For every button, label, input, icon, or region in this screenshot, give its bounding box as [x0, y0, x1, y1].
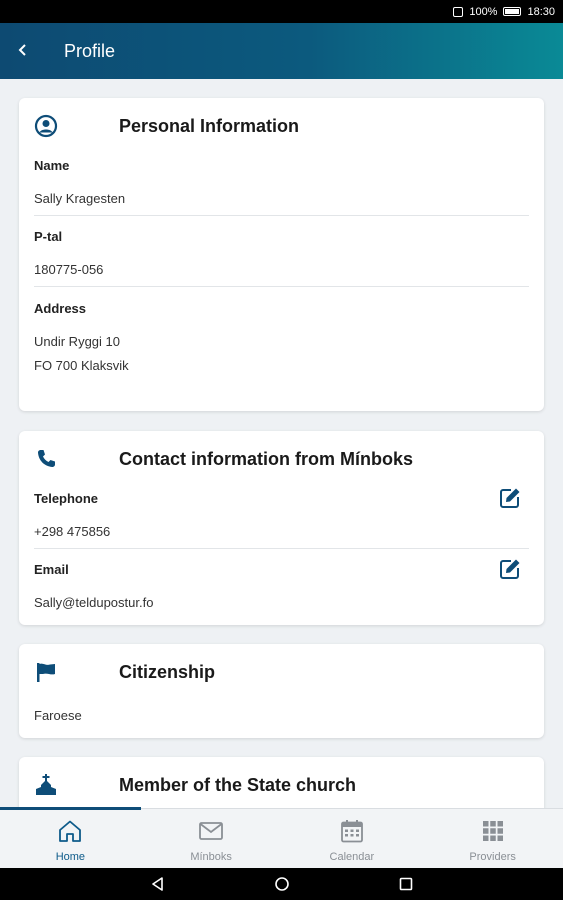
- nav-home-label: Home: [55, 851, 86, 863]
- system-back-button[interactable]: [150, 876, 166, 892]
- edit-telephone-button[interactable]: [498, 486, 522, 510]
- nav-calendar-label: Calendar: [329, 851, 375, 863]
- email-label: Email: [34, 562, 69, 577]
- system-navigation-bar: [0, 868, 563, 900]
- personal-info-card: Personal Information Name Sally Krageste…: [19, 98, 544, 411]
- address-line-1: Undir Ryggi 10: [34, 334, 120, 349]
- calendar-icon: [339, 819, 365, 843]
- state-church-card: Member of the State church: [19, 757, 544, 808]
- contact-info-card: Contact information from Mínboks Telepho…: [19, 431, 544, 625]
- profile-content[interactable]: Personal Information Name Sally Krageste…: [0, 79, 563, 808]
- divider: [34, 548, 529, 549]
- nav-providers-label: Providers: [469, 851, 516, 863]
- address-label: Address: [34, 301, 87, 316]
- square-recents-icon: [399, 877, 412, 891]
- address-field: Address Undir Ryggi 10 FO 700 Klaksvik: [34, 301, 529, 378]
- citizenship-value: Faroese: [34, 708, 82, 723]
- citizenship-title: Citizenship: [119, 662, 216, 682]
- citizenship-field: Faroese: [34, 704, 529, 728]
- status-bar: 100% 18:30: [0, 0, 563, 23]
- edit-email-button[interactable]: [498, 557, 522, 581]
- grid-icon: [480, 819, 506, 843]
- telephone-field: Telephone +298 475856: [34, 491, 529, 544]
- nav-calendar[interactable]: Calendar: [282, 809, 423, 868]
- app-bar: Profile: [0, 23, 563, 79]
- church-icon: [34, 773, 58, 797]
- system-home-button[interactable]: [274, 876, 290, 892]
- name-label: Name: [34, 158, 70, 173]
- divider: [34, 215, 529, 216]
- state-church-title: Member of the State church: [119, 775, 357, 795]
- name-value: Sally Kragesten: [34, 191, 126, 206]
- vibrate-icon: [453, 6, 464, 17]
- mail-icon: [198, 819, 224, 843]
- ptal-field: P-tal 180775-056: [34, 229, 529, 282]
- circle-home-icon: [274, 877, 289, 891]
- flag-icon: [34, 660, 58, 684]
- chevron-left-icon: [16, 40, 30, 63]
- active-tab-indicator: [0, 807, 141, 810]
- nav-providers[interactable]: Providers: [422, 809, 563, 868]
- home-icon: [57, 819, 83, 843]
- citizenship-card: Citizenship Faroese: [19, 644, 544, 738]
- ptal-value: 180775-056: [34, 262, 104, 277]
- nav-minboks-label: Mínboks: [190, 851, 232, 863]
- back-button[interactable]: [0, 23, 46, 79]
- name-field: Name Sally Kragesten: [34, 158, 529, 211]
- phone-icon: [34, 447, 58, 471]
- triangle-back-icon: [151, 877, 163, 891]
- email-field: Email Sally@teldupostur.fo: [34, 562, 529, 615]
- battery-percentage: 100%: [469, 5, 498, 18]
- edit-icon: [498, 486, 522, 510]
- contact-info-title: Contact information from Mínboks: [119, 449, 413, 469]
- telephone-value: +298 475856: [34, 524, 111, 539]
- nav-minboks[interactable]: Mínboks: [141, 809, 282, 868]
- system-recents-button[interactable]: [398, 876, 414, 892]
- email-value: Sally@teldupostur.fo: [34, 595, 154, 610]
- bottom-navigation: Home Mínboks Calendar Providers: [0, 807, 563, 868]
- page-title: Profile: [64, 40, 116, 61]
- edit-icon: [498, 557, 522, 581]
- divider: [34, 286, 529, 287]
- ptal-label: P-tal: [34, 229, 63, 244]
- clock: 18:30: [527, 5, 555, 18]
- telephone-label: Telephone: [34, 491, 99, 506]
- personal-info-title: Personal Information: [119, 116, 300, 136]
- address-line-2: FO 700 Klaksvik: [34, 358, 129, 373]
- nav-home[interactable]: Home: [0, 809, 141, 868]
- user-circle-icon: [34, 114, 58, 138]
- battery-icon: [503, 7, 522, 16]
